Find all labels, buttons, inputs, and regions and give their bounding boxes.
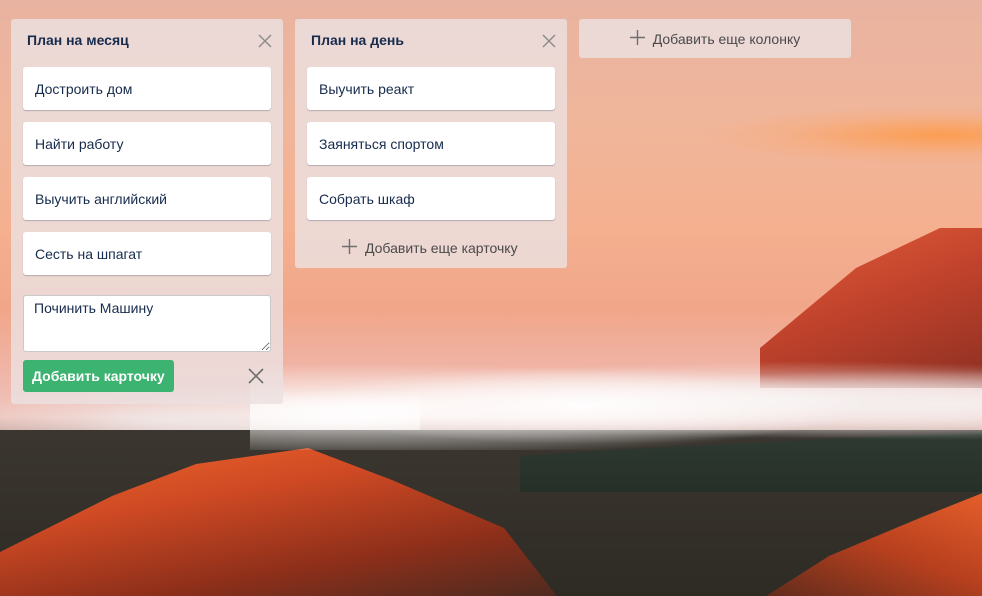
composer-actions: Добавить карточку bbox=[23, 360, 271, 392]
card[interactable]: Сесть на шпагат bbox=[23, 232, 271, 275]
card[interactable]: Найти работу bbox=[23, 122, 271, 165]
add-column-button[interactable]: Добавить еще колонку bbox=[579, 19, 851, 58]
plus-icon bbox=[629, 29, 645, 48]
add-card-label: Добавить еще карточку bbox=[365, 240, 518, 256]
column-title[interactable]: План на день bbox=[311, 32, 404, 48]
add-column-label: Добавить еще колонку bbox=[652, 30, 801, 47]
plus-icon bbox=[342, 239, 357, 257]
background-sun-glow bbox=[700, 105, 982, 165]
card[interactable]: Собрать шкаф bbox=[307, 177, 555, 220]
add-card-button[interactable]: Добавить карточку bbox=[23, 360, 174, 392]
column-month-plan: План на месяц Достроить дом Найти работу… bbox=[11, 19, 283, 404]
card[interactable]: Выучить реакт bbox=[307, 67, 555, 110]
close-icon[interactable] bbox=[542, 34, 556, 48]
card[interactable]: Достроить дом bbox=[23, 67, 271, 110]
close-icon[interactable] bbox=[258, 34, 272, 48]
column-day-plan: План на день Выучить реакт Заяняться спо… bbox=[295, 19, 567, 268]
column-header: План на месяц bbox=[11, 19, 283, 61]
column-title[interactable]: План на месяц bbox=[27, 32, 129, 48]
add-card-link[interactable]: Добавить еще карточку bbox=[342, 239, 518, 257]
new-card-textarea[interactable] bbox=[23, 295, 271, 352]
column-header: План на день bbox=[295, 19, 567, 61]
background-clouds bbox=[250, 350, 982, 450]
card[interactable]: Выучить английский bbox=[23, 177, 271, 220]
board: План на месяц Достроить дом Найти работу… bbox=[0, 0, 982, 596]
close-icon[interactable] bbox=[247, 367, 265, 385]
card[interactable]: Заяняться спортом bbox=[307, 122, 555, 165]
